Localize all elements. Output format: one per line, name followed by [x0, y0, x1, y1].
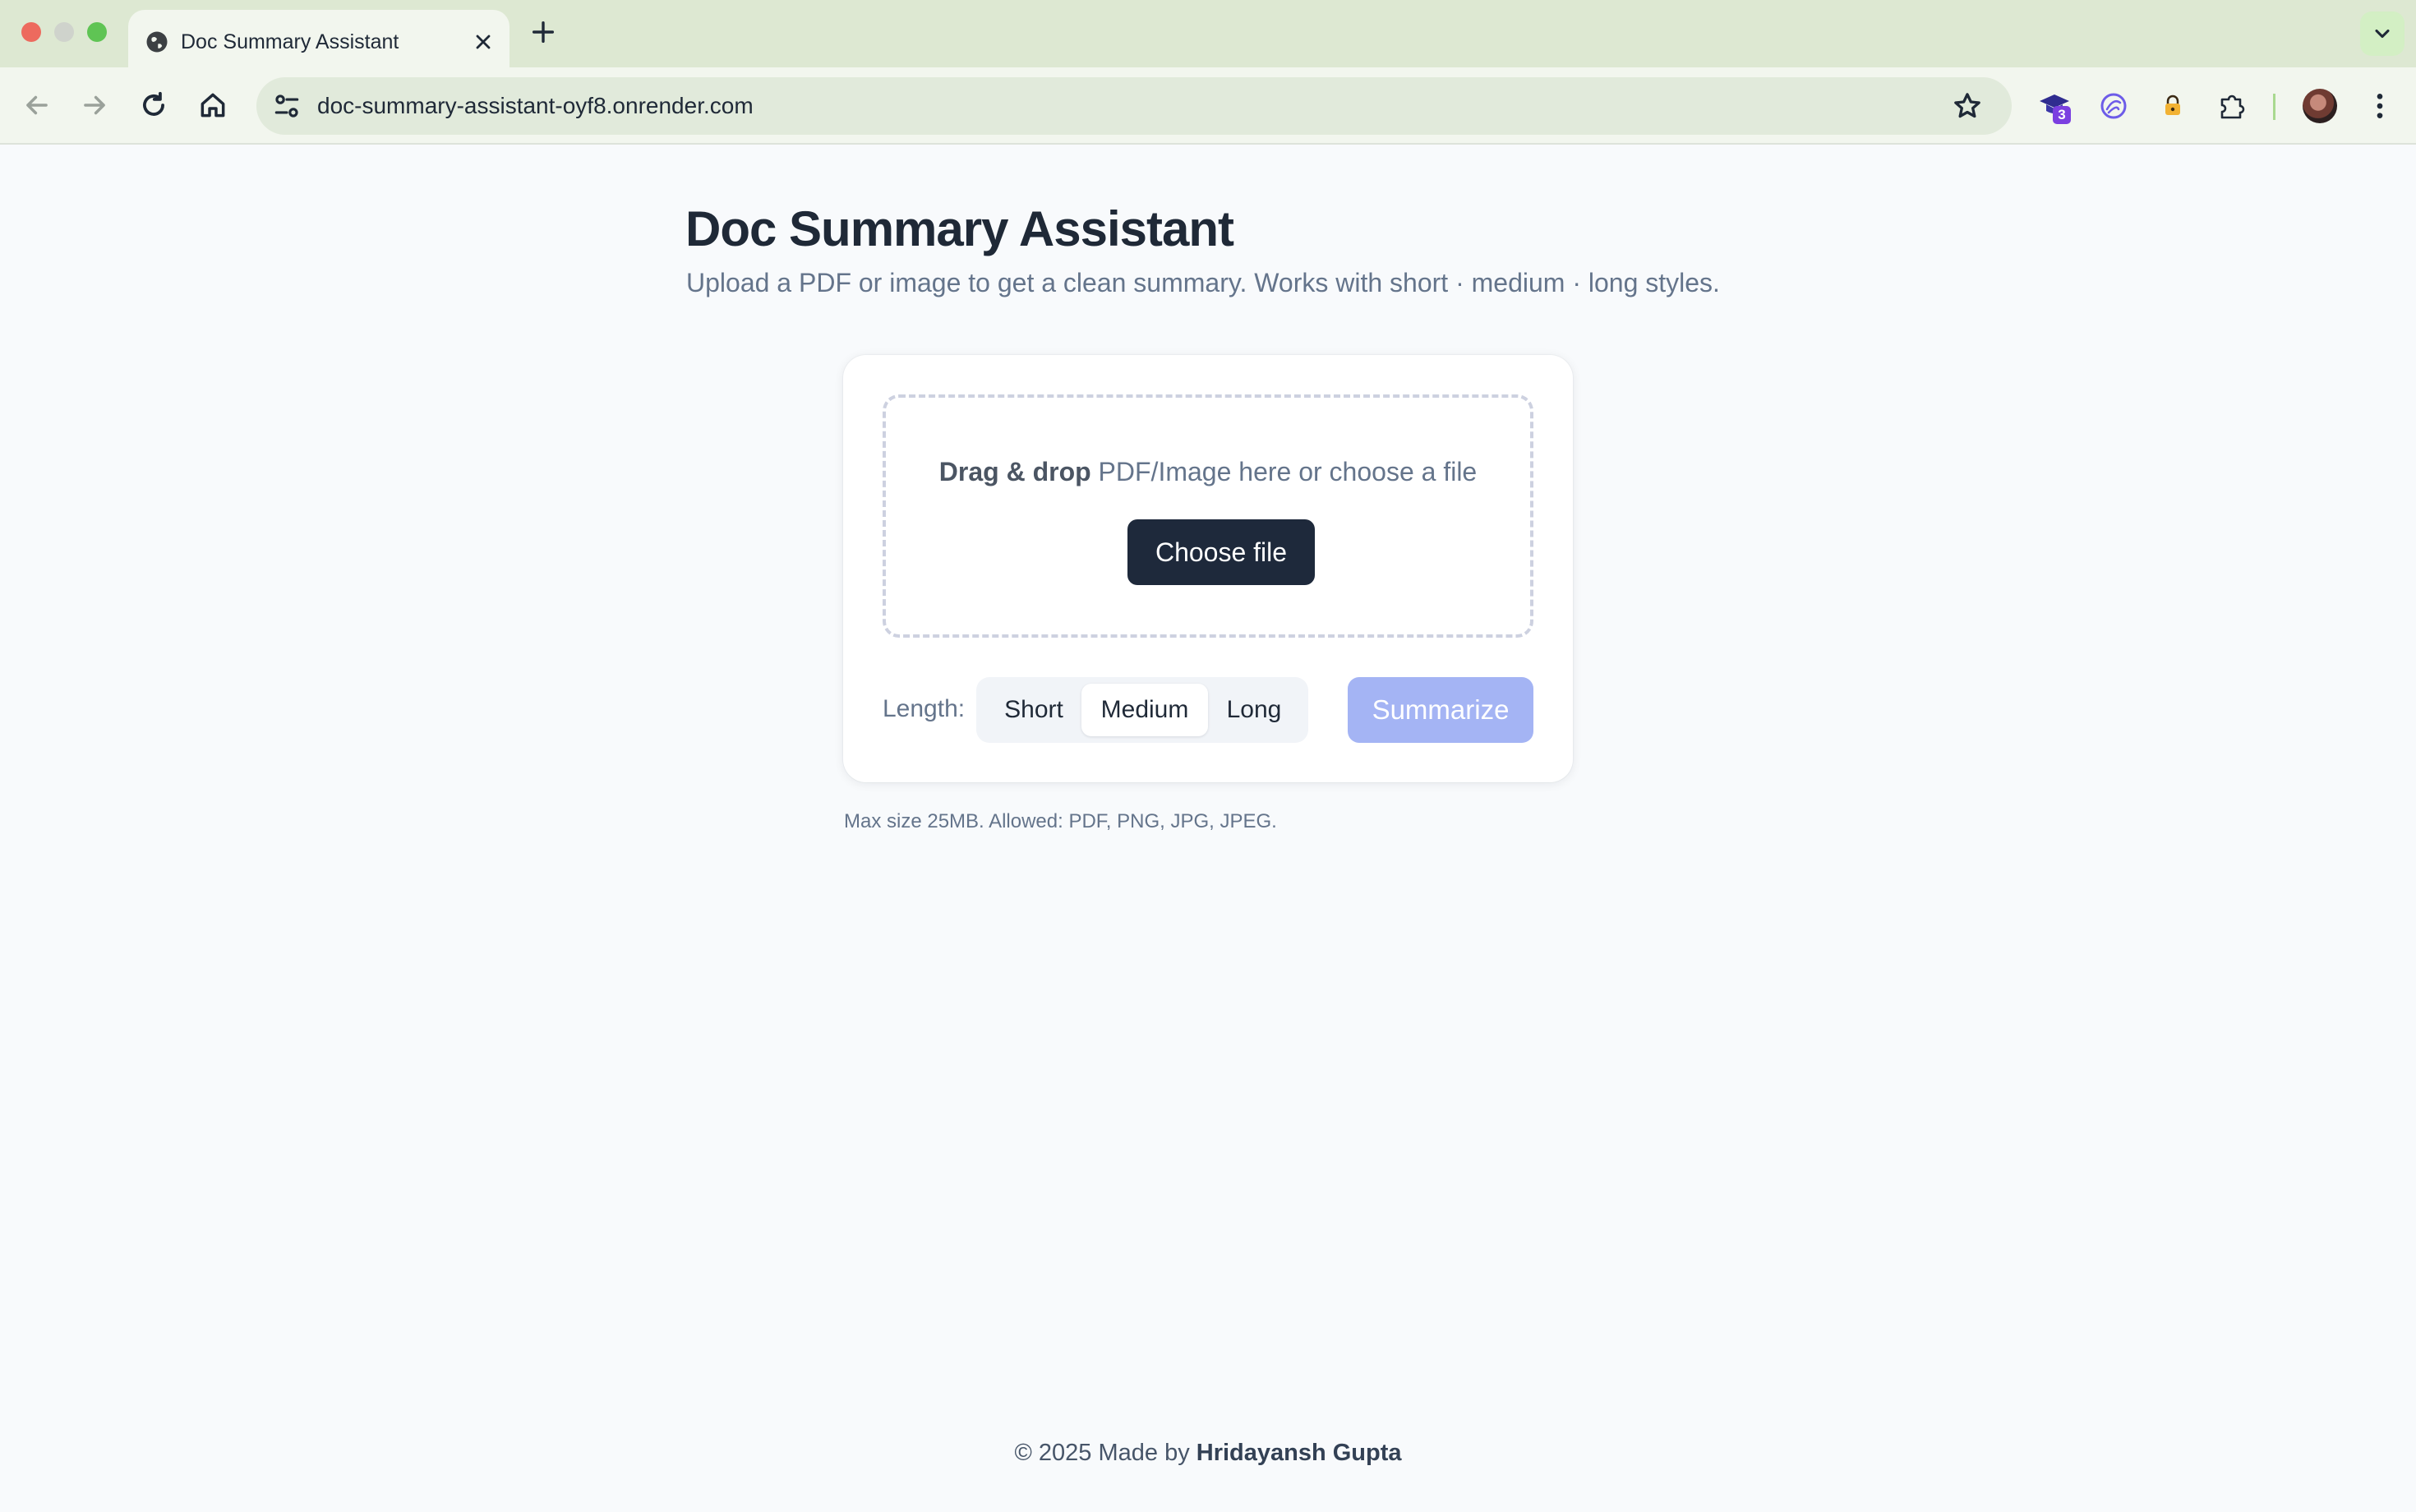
- footer-prefix: © 2025 Made by: [1014, 1440, 1196, 1466]
- page-title: Doc Summary Assistant: [685, 201, 1234, 256]
- choose-file-button[interactable]: Choose file: [1127, 519, 1315, 585]
- toolbar-divider: [2273, 94, 2275, 120]
- forward-arrow-icon[interactable]: [79, 90, 110, 121]
- dropzone-strong-text: Drag & drop: [938, 457, 1091, 486]
- browser-tab-active[interactable]: Doc Summary Assistant: [128, 10, 509, 67]
- tab-title: Doc Summary Assistant: [181, 30, 399, 53]
- back-arrow-icon[interactable]: [21, 90, 53, 121]
- upload-constraints-text: Max size 25MB. Allowed: PDF, PNG, JPG, J…: [844, 810, 1277, 832]
- lock-extension-icon[interactable]: [2153, 86, 2192, 126]
- length-option-long[interactable]: Long: [1208, 684, 1300, 736]
- site-settings-icon[interactable]: [271, 90, 302, 122]
- plus-icon[interactable]: [529, 18, 557, 46]
- file-dropzone[interactable]: Drag & drop PDF/Image here or choose a f…: [883, 394, 1533, 638]
- globe-icon: [146, 31, 168, 53]
- browser-toolbar: doc-summary-assistant-oyf8.onrender.com …: [0, 67, 2416, 145]
- close-icon[interactable]: [472, 30, 495, 53]
- star-icon[interactable]: [1951, 90, 1984, 122]
- footer: © 2025 Made by Hridayansh Gupta: [0, 1440, 2416, 1467]
- home-icon[interactable]: [197, 90, 228, 121]
- puzzle-icon[interactable]: [2212, 86, 2252, 126]
- dropzone-instructions: Drag & drop PDF/Image here or choose a f…: [886, 457, 1530, 487]
- address-url[interactable]: doc-summary-assistant-oyf8.onrender.com: [317, 93, 754, 119]
- address-bar[interactable]: doc-summary-assistant-oyf8.onrender.com: [256, 77, 2012, 135]
- length-segmented-control: Short Medium Long: [976, 677, 1308, 743]
- extension-badge: 3: [2058, 107, 2066, 122]
- chevron-down-icon: [2375, 29, 2390, 39]
- summarize-button[interactable]: Summarize: [1348, 677, 1533, 743]
- length-option-short[interactable]: Short: [986, 684, 1081, 736]
- swirl-extension-icon[interactable]: [2094, 86, 2133, 126]
- dropzone-rest-text: PDF/Image here or choose a file: [1090, 457, 1478, 486]
- window-maximize-button[interactable]: [87, 22, 107, 42]
- page-subtitle: Upload a PDF or image to get a clean sum…: [686, 268, 1720, 297]
- extension-graduation[interactable]: 3: [2036, 86, 2076, 126]
- reload-icon[interactable]: [138, 90, 169, 121]
- avatar[interactable]: [2303, 89, 2337, 123]
- length-option-medium[interactable]: Medium: [1081, 684, 1208, 736]
- window-minimize-button[interactable]: [54, 22, 74, 42]
- kebab-menu-icon[interactable]: [2363, 90, 2396, 122]
- tab-search-button[interactable]: [2360, 12, 2404, 56]
- upload-card: Drag & drop PDF/Image here or choose a f…: [843, 355, 1573, 782]
- footer-author: Hridayansh Gupta: [1196, 1440, 1402, 1466]
- browser-tab-bar: Doc Summary Assistant: [0, 0, 2416, 67]
- length-label: Length:: [883, 695, 966, 722]
- window-close-button[interactable]: [21, 22, 41, 42]
